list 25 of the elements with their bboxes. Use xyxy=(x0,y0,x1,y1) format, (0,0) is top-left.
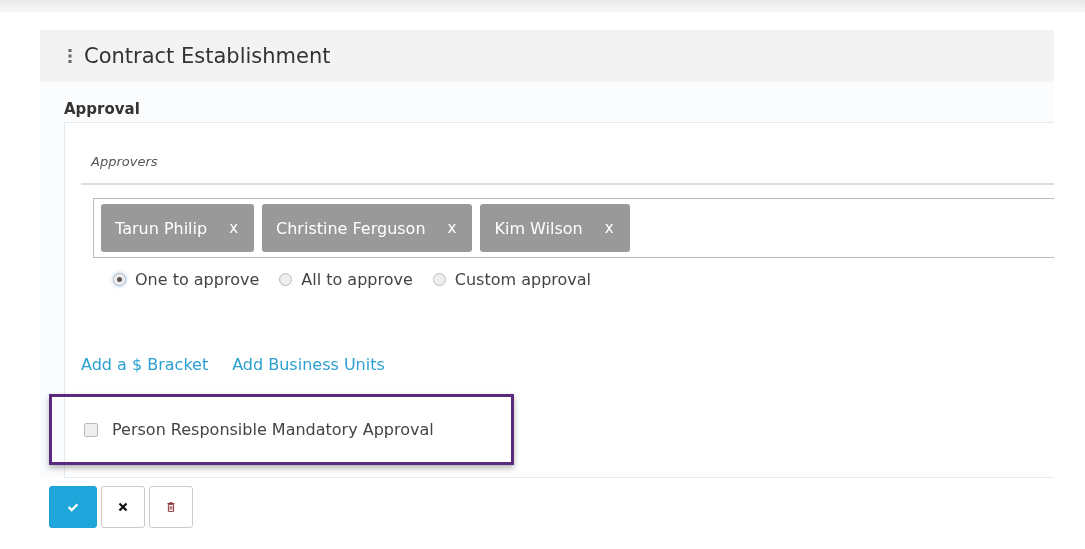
remove-tag-button[interactable]: x xyxy=(604,219,614,237)
confirm-button[interactable] xyxy=(49,486,97,528)
radio-label: All to approve xyxy=(301,270,413,289)
approver-name: Tarun Philip xyxy=(115,218,208,238)
link[interactable]: Add a $ Bracket xyxy=(81,355,209,374)
link[interactable]: Add Business Units xyxy=(232,355,385,374)
panel-title: Contract Establishment xyxy=(84,44,331,68)
radio-button[interactable] xyxy=(279,273,293,286)
radio-label: One to approve xyxy=(135,270,260,289)
approver-name: Christine Ferguson xyxy=(276,218,426,238)
remove-tag-button[interactable]: x xyxy=(229,219,239,237)
section-title: Approval xyxy=(64,100,140,118)
close-icon xyxy=(116,500,130,514)
checkbox-label: Person Responsible Mandatory Approval xyxy=(112,420,434,439)
delete-button[interactable] xyxy=(149,486,193,528)
radio-button[interactable] xyxy=(432,273,446,286)
approver-name: Kim Wilson xyxy=(494,218,583,238)
drag-handle-icon[interactable] xyxy=(68,48,72,64)
radio-label: Custom approval xyxy=(454,270,591,289)
radio-button[interactable] xyxy=(113,273,126,286)
approvers-field[interactable]: Tarun Philip x Christine Ferguson x Kim Wilson x xyxy=(93,198,1054,258)
cancel-button[interactable] xyxy=(101,486,145,528)
field-label: Approvers xyxy=(91,154,158,169)
remove-tag-button[interactable]: x xyxy=(447,219,457,237)
checkbox[interactable] xyxy=(84,422,98,437)
